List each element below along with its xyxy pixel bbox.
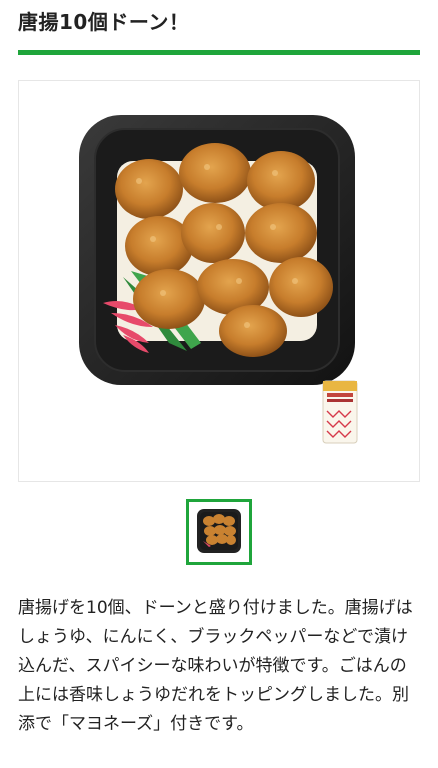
karaage-bento-photo <box>79 115 358 444</box>
title-underline <box>18 50 420 55</box>
page-title: 唐揚10個ドーン！ <box>18 10 190 34</box>
product-description: 唐揚げを10個、ドーンと盛り付けました。唐揚げはしょうゆ、にんにく、ブラックペッ… <box>18 598 413 734</box>
mayonnaise-packet <box>322 380 358 444</box>
main-product-image <box>18 80 420 482</box>
karaage-bento-thumbnail <box>197 509 241 553</box>
thumbnail-selected[interactable] <box>186 499 252 565</box>
product-page: 唐揚10個ドーン！ 唐揚げを10個、ドーンと盛り付けました。唐揚げはしょうゆ、に… <box>0 0 438 768</box>
